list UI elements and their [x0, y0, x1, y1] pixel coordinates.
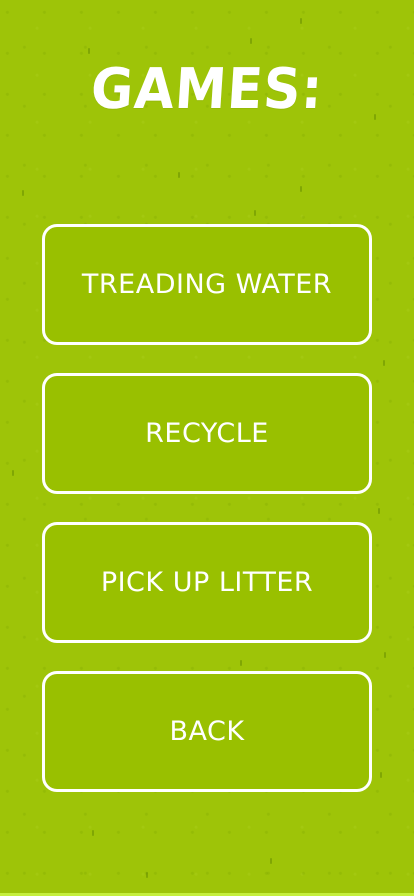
back-label: BACK	[169, 716, 245, 747]
page-title: GAMES:	[89, 57, 326, 122]
grass-texture-mark	[22, 190, 24, 196]
grass-texture-mark	[88, 48, 90, 54]
grass-texture-mark	[12, 470, 14, 476]
grass-texture-mark	[300, 18, 302, 24]
back-button[interactable]: BACK	[42, 671, 372, 792]
grass-texture-mark	[250, 38, 252, 44]
recycle-label: RECYCLE	[145, 418, 269, 449]
grass-texture-mark	[384, 652, 386, 658]
grass-texture-mark	[178, 172, 180, 178]
grass-texture-mark	[270, 858, 272, 864]
grass-texture-mark	[383, 360, 385, 366]
games-screen: GAMES: TREADING WATER RECYCLE PICK UP LI…	[0, 0, 414, 896]
grass-texture-mark	[300, 186, 302, 192]
treading-water-label: TREADING WATER	[81, 269, 333, 300]
games-menu: TREADING WATER RECYCLE PICK UP LITTER BA…	[42, 224, 372, 820]
grass-texture-mark	[146, 872, 148, 878]
grass-texture-mark	[380, 772, 382, 778]
grass-texture-mark	[240, 660, 242, 666]
grass-texture-mark	[254, 210, 256, 216]
pick-up-litter-button[interactable]: PICK UP LITTER	[42, 522, 372, 643]
treading-water-button[interactable]: TREADING WATER	[42, 224, 372, 345]
pick-up-litter-label: PICK UP LITTER	[100, 567, 314, 598]
grass-texture-mark	[378, 508, 380, 514]
grass-texture-mark	[374, 114, 376, 120]
grass-texture-mark	[92, 830, 94, 836]
recycle-button[interactable]: RECYCLE	[42, 373, 372, 494]
